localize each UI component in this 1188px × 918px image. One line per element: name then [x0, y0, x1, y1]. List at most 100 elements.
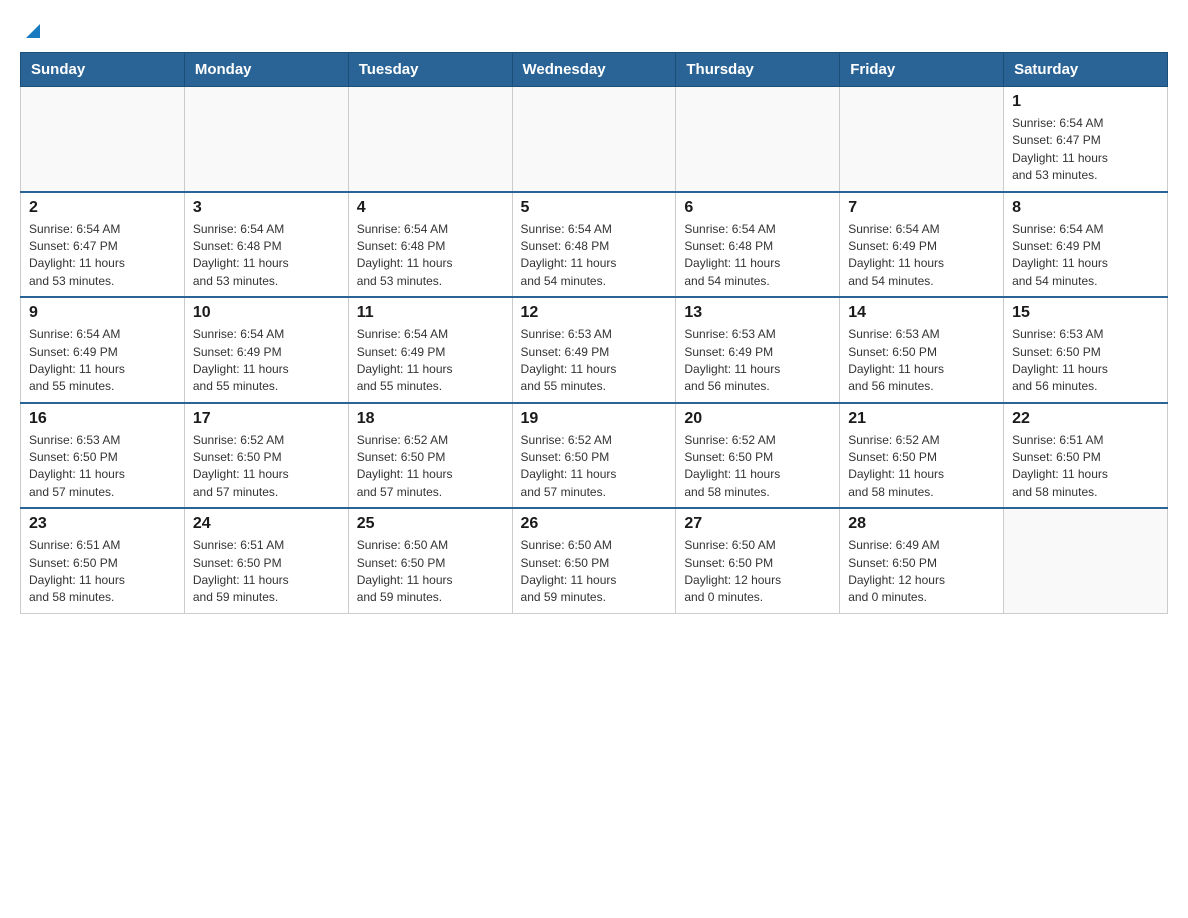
day-info: Sunrise: 6:54 AM Sunset: 6:47 PM Dayligh…: [1012, 115, 1159, 185]
logo: [20, 20, 44, 42]
day-info: Sunrise: 6:53 AM Sunset: 6:49 PM Dayligh…: [521, 326, 668, 396]
day-info: Sunrise: 6:51 AM Sunset: 6:50 PM Dayligh…: [29, 537, 176, 607]
day-number: 20: [684, 410, 831, 428]
calendar-day-cell: 17 Sunrise: 6:52 AM Sunset: 6:50 PM Dayli…: [184, 403, 348, 509]
weekday-header-friday: Friday: [840, 53, 1004, 87]
day-info: Sunrise: 6:50 AM Sunset: 6:50 PM Dayligh…: [684, 537, 831, 607]
calendar-day-cell: 22 Sunrise: 6:51 AM Sunset: 6:50 PM Dayli…: [1004, 403, 1168, 509]
logo-triangle-icon: [22, 20, 44, 42]
day-info: Sunrise: 6:54 AM Sunset: 6:49 PM Dayligh…: [848, 221, 995, 291]
calendar-day-cell: 25Sunrise: 6:50 AM Sunset: 6:50 PM Dayli…: [348, 508, 512, 613]
day-number: 15: [1012, 304, 1159, 322]
calendar-header-row: SundayMondayTuesdayWednesdayThursdayFrid…: [21, 53, 1168, 87]
day-info: Sunrise: 6:52 AM Sunset: 6:50 PM Dayligh…: [193, 432, 340, 502]
day-number: 21: [848, 410, 995, 428]
day-number: 11: [357, 304, 504, 322]
calendar-week-row: 1 Sunrise: 6:54 AM Sunset: 6:47 PM Daylig…: [21, 87, 1168, 192]
calendar-day-cell: 15 Sunrise: 6:53 AM Sunset: 6:50 PM Dayli…: [1004, 297, 1168, 403]
day-number: 17: [193, 410, 340, 428]
day-number: 19: [521, 410, 668, 428]
day-number: 22: [1012, 410, 1159, 428]
day-info: Sunrise: 6:54 AM Sunset: 6:48 PM Dayligh…: [521, 221, 668, 291]
calendar-day-cell: [840, 87, 1004, 192]
weekday-header-monday: Monday: [184, 53, 348, 87]
calendar-table: SundayMondayTuesdayWednesdayThursdayFrid…: [20, 52, 1168, 614]
weekday-header-saturday: Saturday: [1004, 53, 1168, 87]
calendar-week-row: 16Sunrise: 6:53 AM Sunset: 6:50 PM Dayli…: [21, 403, 1168, 509]
day-info: Sunrise: 6:54 AM Sunset: 6:49 PM Dayligh…: [193, 326, 340, 396]
day-info: Sunrise: 6:52 AM Sunset: 6:50 PM Dayligh…: [521, 432, 668, 502]
calendar-day-cell: 2 Sunrise: 6:54 AM Sunset: 6:47 PM Daylig…: [21, 192, 185, 298]
day-info: Sunrise: 6:53 AM Sunset: 6:49 PM Dayligh…: [684, 326, 831, 396]
day-info: Sunrise: 6:54 AM Sunset: 6:49 PM Dayligh…: [29, 326, 176, 396]
calendar-day-cell: 28 Sunrise: 6:49 AM Sunset: 6:50 PM Dayli…: [840, 508, 1004, 613]
day-number: 16: [29, 410, 176, 428]
day-info: Sunrise: 6:52 AM Sunset: 6:50 PM Dayligh…: [684, 432, 831, 502]
calendar-day-cell: 6Sunrise: 6:54 AM Sunset: 6:48 PM Daylig…: [676, 192, 840, 298]
day-number: 8: [1012, 199, 1159, 217]
calendar-day-cell: [1004, 508, 1168, 613]
calendar-day-cell: [512, 87, 676, 192]
day-number: 24: [193, 515, 340, 533]
calendar-day-cell: 8 Sunrise: 6:54 AM Sunset: 6:49 PM Daylig…: [1004, 192, 1168, 298]
calendar-day-cell: 23 Sunrise: 6:51 AM Sunset: 6:50 PM Dayli…: [21, 508, 185, 613]
day-info: Sunrise: 6:54 AM Sunset: 6:49 PM Dayligh…: [1012, 221, 1159, 291]
day-number: 12: [521, 304, 668, 322]
weekday-header-tuesday: Tuesday: [348, 53, 512, 87]
calendar-day-cell: 19 Sunrise: 6:52 AM Sunset: 6:50 PM Dayli…: [512, 403, 676, 509]
calendar-week-row: 9 Sunrise: 6:54 AM Sunset: 6:49 PM Daylig…: [21, 297, 1168, 403]
day-info: Sunrise: 6:53 AM Sunset: 6:50 PM Dayligh…: [848, 326, 995, 396]
calendar-day-cell: 27 Sunrise: 6:50 AM Sunset: 6:50 PM Dayli…: [676, 508, 840, 613]
day-info: Sunrise: 6:54 AM Sunset: 6:48 PM Dayligh…: [357, 221, 504, 291]
day-number: 28: [848, 515, 995, 533]
calendar-day-cell: 12 Sunrise: 6:53 AM Sunset: 6:49 PM Dayli…: [512, 297, 676, 403]
calendar-day-cell: 16Sunrise: 6:53 AM Sunset: 6:50 PM Dayli…: [21, 403, 185, 509]
calendar-day-cell: 5 Sunrise: 6:54 AM Sunset: 6:48 PM Daylig…: [512, 192, 676, 298]
calendar-day-cell: 13 Sunrise: 6:53 AM Sunset: 6:49 PM Dayli…: [676, 297, 840, 403]
day-info: Sunrise: 6:53 AM Sunset: 6:50 PM Dayligh…: [1012, 326, 1159, 396]
day-info: Sunrise: 6:49 AM Sunset: 6:50 PM Dayligh…: [848, 537, 995, 607]
day-number: 2: [29, 199, 176, 217]
day-number: 18: [357, 410, 504, 428]
day-number: 1: [1012, 93, 1159, 111]
day-info: Sunrise: 6:54 AM Sunset: 6:49 PM Dayligh…: [357, 326, 504, 396]
day-number: 9: [29, 304, 176, 322]
day-info: Sunrise: 6:51 AM Sunset: 6:50 PM Dayligh…: [1012, 432, 1159, 502]
weekday-header-sunday: Sunday: [21, 53, 185, 87]
day-info: Sunrise: 6:52 AM Sunset: 6:50 PM Dayligh…: [848, 432, 995, 502]
day-number: 14: [848, 304, 995, 322]
calendar-day-cell: 1 Sunrise: 6:54 AM Sunset: 6:47 PM Daylig…: [1004, 87, 1168, 192]
day-number: 7: [848, 199, 995, 217]
day-number: 4: [357, 199, 504, 217]
calendar-day-cell: 26 Sunrise: 6:50 AM Sunset: 6:50 PM Dayli…: [512, 508, 676, 613]
calendar-day-cell: 9 Sunrise: 6:54 AM Sunset: 6:49 PM Daylig…: [21, 297, 185, 403]
weekday-header-wednesday: Wednesday: [512, 53, 676, 87]
day-number: 5: [521, 199, 668, 217]
day-info: Sunrise: 6:50 AM Sunset: 6:50 PM Dayligh…: [521, 537, 668, 607]
day-number: 3: [193, 199, 340, 217]
day-number: 25: [357, 515, 504, 533]
calendar-day-cell: 3 Sunrise: 6:54 AM Sunset: 6:48 PM Daylig…: [184, 192, 348, 298]
calendar-day-cell: 14 Sunrise: 6:53 AM Sunset: 6:50 PM Dayli…: [840, 297, 1004, 403]
calendar-week-row: 2 Sunrise: 6:54 AM Sunset: 6:47 PM Daylig…: [21, 192, 1168, 298]
calendar-day-cell: 7 Sunrise: 6:54 AM Sunset: 6:49 PM Daylig…: [840, 192, 1004, 298]
calendar-day-cell: [21, 87, 185, 192]
day-number: 26: [521, 515, 668, 533]
calendar-day-cell: 11 Sunrise: 6:54 AM Sunset: 6:49 PM Dayli…: [348, 297, 512, 403]
calendar-day-cell: 20 Sunrise: 6:52 AM Sunset: 6:50 PM Dayli…: [676, 403, 840, 509]
calendar-day-cell: [184, 87, 348, 192]
day-number: 13: [684, 304, 831, 322]
day-info: Sunrise: 6:54 AM Sunset: 6:48 PM Dayligh…: [684, 221, 831, 291]
day-info: Sunrise: 6:51 AM Sunset: 6:50 PM Dayligh…: [193, 537, 340, 607]
day-number: 23: [29, 515, 176, 533]
calendar-day-cell: 21 Sunrise: 6:52 AM Sunset: 6:50 PM Dayli…: [840, 403, 1004, 509]
day-info: Sunrise: 6:52 AM Sunset: 6:50 PM Dayligh…: [357, 432, 504, 502]
page-header: [20, 20, 1168, 42]
calendar-day-cell: 18 Sunrise: 6:52 AM Sunset: 6:50 PM Dayli…: [348, 403, 512, 509]
calendar-day-cell: 10Sunrise: 6:54 AM Sunset: 6:49 PM Dayli…: [184, 297, 348, 403]
calendar-day-cell: [676, 87, 840, 192]
day-number: 27: [684, 515, 831, 533]
day-info: Sunrise: 6:54 AM Sunset: 6:47 PM Dayligh…: [29, 221, 176, 291]
day-info: Sunrise: 6:54 AM Sunset: 6:48 PM Dayligh…: [193, 221, 340, 291]
calendar-week-row: 23 Sunrise: 6:51 AM Sunset: 6:50 PM Dayli…: [21, 508, 1168, 613]
